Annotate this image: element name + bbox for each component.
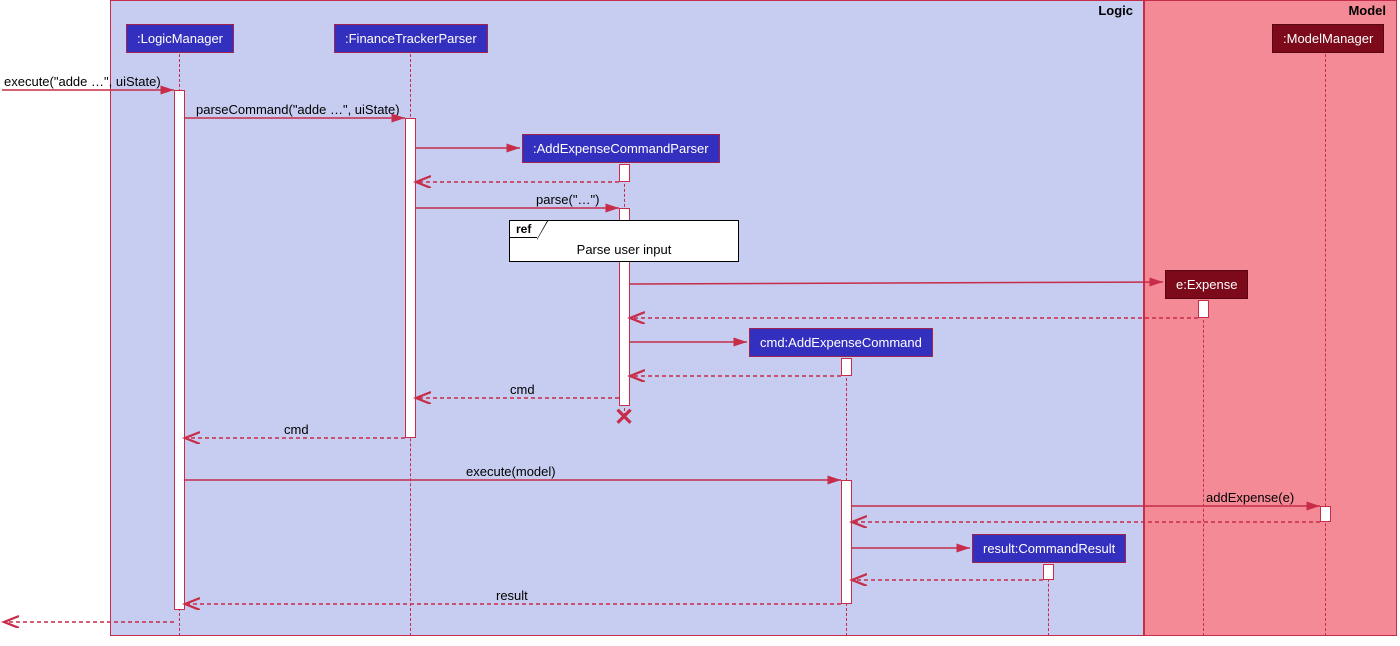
participant-add-expense-command: cmd:AddExpenseCommand bbox=[749, 328, 933, 357]
lifeline-expense bbox=[1203, 300, 1204, 636]
destroy-icon: ✕ bbox=[614, 406, 634, 430]
lifeline-model-manager bbox=[1325, 54, 1326, 636]
participant-finance-tracker-parser: :FinanceTrackerParser bbox=[334, 24, 488, 53]
participant-add-expense-command-parser: :AddExpenseCommandParser bbox=[522, 134, 720, 163]
participant-command-result: result:CommandResult bbox=[972, 534, 1126, 563]
activation-expense bbox=[1198, 300, 1209, 318]
participant-expense: e:Expense bbox=[1165, 270, 1248, 299]
msg-cmd-return-1: cmd bbox=[510, 382, 535, 397]
msg-parse: parse("…") bbox=[536, 192, 599, 207]
ref-tag-text: ref bbox=[516, 222, 531, 236]
activation-model-manager bbox=[1320, 506, 1331, 522]
ref-fragment: ref Parse user input bbox=[509, 220, 739, 262]
msg-cmd-return-2: cmd bbox=[284, 422, 309, 437]
activation-add-expense-command-1 bbox=[841, 358, 852, 376]
activation-logic-manager bbox=[174, 90, 185, 610]
msg-result-return: result bbox=[496, 588, 528, 603]
ref-tag: ref bbox=[510, 221, 537, 238]
msg-parse-command: parseCommand("adde …", uiState) bbox=[196, 102, 400, 117]
participant-model-manager: :ModelManager bbox=[1272, 24, 1384, 53]
activation-add-expense-command-2 bbox=[841, 480, 852, 604]
logic-region-label: Logic bbox=[1088, 1, 1143, 20]
ref-text: Parse user input bbox=[510, 242, 738, 257]
participant-logic-manager: :LogicManager bbox=[126, 24, 234, 53]
activation-finance-tracker-parser bbox=[405, 118, 416, 438]
msg-execute-model: execute(model) bbox=[466, 464, 556, 479]
msg-execute: execute("adde …", uiState) bbox=[4, 74, 161, 89]
activation-command-result bbox=[1043, 564, 1054, 580]
model-region: Model bbox=[1144, 0, 1397, 636]
msg-add-expense: addExpense(e) bbox=[1206, 490, 1294, 505]
activation-add-expense-parser-1 bbox=[619, 164, 630, 182]
model-region-label: Model bbox=[1338, 1, 1396, 20]
